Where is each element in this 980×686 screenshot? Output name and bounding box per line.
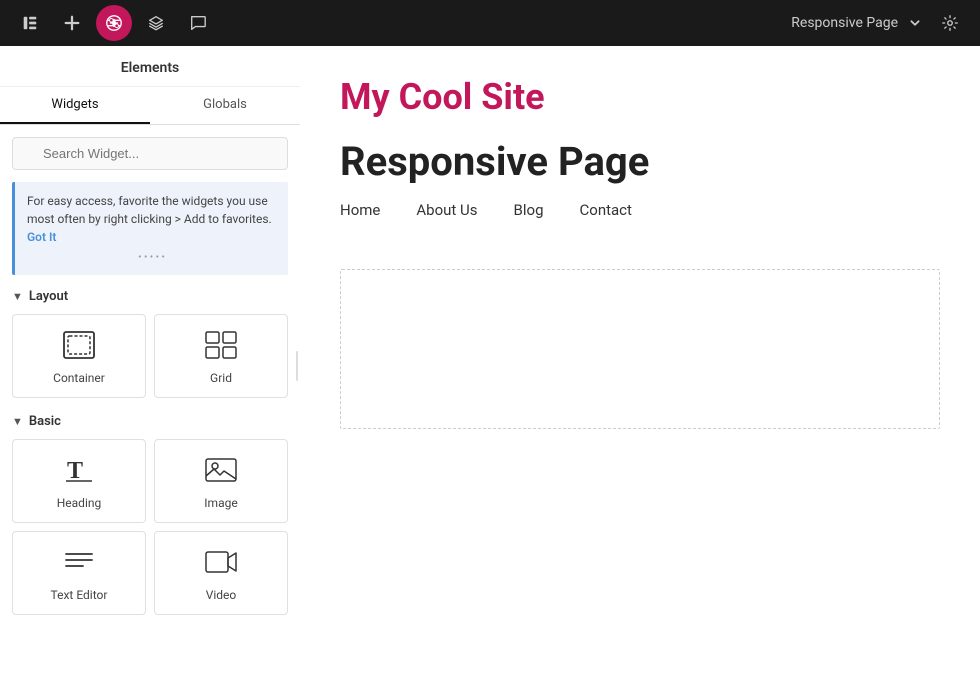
page-name-label: Responsive Page: [791, 15, 898, 31]
widget-grid[interactable]: Grid: [154, 314, 288, 398]
plus-icon: [63, 14, 81, 32]
widget-container[interactable]: Container: [12, 314, 146, 398]
widget-text-editor-label: Text Editor: [51, 588, 108, 602]
section-layout-label: Layout: [29, 289, 68, 304]
widget-grid-layout: Container Grid: [12, 314, 288, 398]
widget-container-label: Container: [53, 371, 105, 385]
widget-image[interactable]: Image: [154, 439, 288, 523]
tip-text: For easy access, favorite the widgets yo…: [27, 194, 272, 226]
section-basic-label: Basic: [29, 414, 61, 429]
top-bar: Responsive Page: [0, 0, 980, 46]
sidebar: Elements Widgets Globals 🔍 For easy acce…: [0, 46, 300, 686]
sidebar-tabs: Widgets Globals: [0, 87, 300, 125]
search-wrapper: 🔍: [12, 137, 288, 170]
elementor-logo-button[interactable]: [12, 5, 48, 41]
got-it-link[interactable]: Got It: [27, 230, 56, 244]
heading-icon: T: [64, 456, 94, 488]
elements-panel-button[interactable]: [96, 5, 132, 41]
layout-collapse-arrow: ▼: [12, 290, 23, 303]
add-element-button[interactable]: [54, 5, 90, 41]
sidebar-header: Elements: [0, 46, 300, 87]
elements-panel-icon: [105, 14, 123, 32]
grid-icon: [205, 331, 237, 363]
text-editor-icon: [63, 548, 95, 580]
main-layout: Elements Widgets Globals 🔍 For easy acce…: [0, 46, 980, 686]
gear-icon: [941, 14, 959, 32]
widget-grid-label: Grid: [210, 371, 232, 385]
page-chevron-icon: [906, 14, 924, 32]
widget-video[interactable]: Video: [154, 531, 288, 615]
container-icon: [63, 331, 95, 363]
elementor-logo-icon: [21, 14, 39, 32]
top-bar-left: [12, 5, 216, 41]
comment-icon: [189, 14, 207, 32]
tip-box: For easy access, favorite the widgets yo…: [12, 182, 288, 275]
search-input[interactable]: [12, 137, 288, 170]
tab-globals[interactable]: Globals: [150, 87, 300, 124]
layers-button[interactable]: [138, 5, 174, 41]
sidebar-title: Elements: [121, 60, 179, 76]
section-layout-header[interactable]: ▼ Layout: [12, 289, 288, 304]
sidebar-content: 🔍 For easy access, favorite the widgets …: [0, 125, 300, 686]
svg-text:T: T: [67, 458, 83, 484]
canvas-inner: My Cool Site Responsive Page Home About …: [300, 46, 980, 686]
image-icon: [205, 456, 237, 488]
nav-bar: Home About Us Blog Contact: [340, 201, 940, 239]
nav-item-about[interactable]: About Us: [416, 201, 477, 219]
widget-heading[interactable]: T Heading: [12, 439, 146, 523]
widget-heading-label: Heading: [57, 496, 102, 510]
resize-handle-visual: [296, 351, 298, 381]
settings-button[interactable]: [932, 5, 968, 41]
widget-text-editor[interactable]: Text Editor: [12, 531, 146, 615]
page-title: Responsive Page: [340, 138, 940, 185]
video-icon: [205, 548, 237, 580]
top-bar-right[interactable]: Responsive Page: [791, 5, 968, 41]
basic-collapse-arrow: ▼: [12, 415, 23, 428]
site-header: My Cool Site Responsive Page Home About …: [300, 46, 980, 249]
site-title: My Cool Site: [340, 76, 940, 118]
canvas-area[interactable]: My Cool Site Responsive Page Home About …: [300, 46, 980, 686]
tip-dots: • • • • •: [27, 250, 276, 265]
nav-item-blog[interactable]: Blog: [514, 201, 544, 219]
widget-video-label: Video: [206, 588, 237, 602]
widget-grid-basic: T Heading Image: [12, 439, 288, 615]
canvas-placeholder-box[interactable]: [340, 269, 940, 429]
tab-widgets[interactable]: Widgets: [0, 87, 150, 124]
layers-icon: [147, 14, 165, 32]
comments-button[interactable]: [180, 5, 216, 41]
nav-item-home[interactable]: Home: [340, 201, 380, 219]
section-basic-header[interactable]: ▼ Basic: [12, 414, 288, 429]
nav-item-contact[interactable]: Contact: [580, 201, 632, 219]
widget-image-label: Image: [204, 496, 237, 510]
